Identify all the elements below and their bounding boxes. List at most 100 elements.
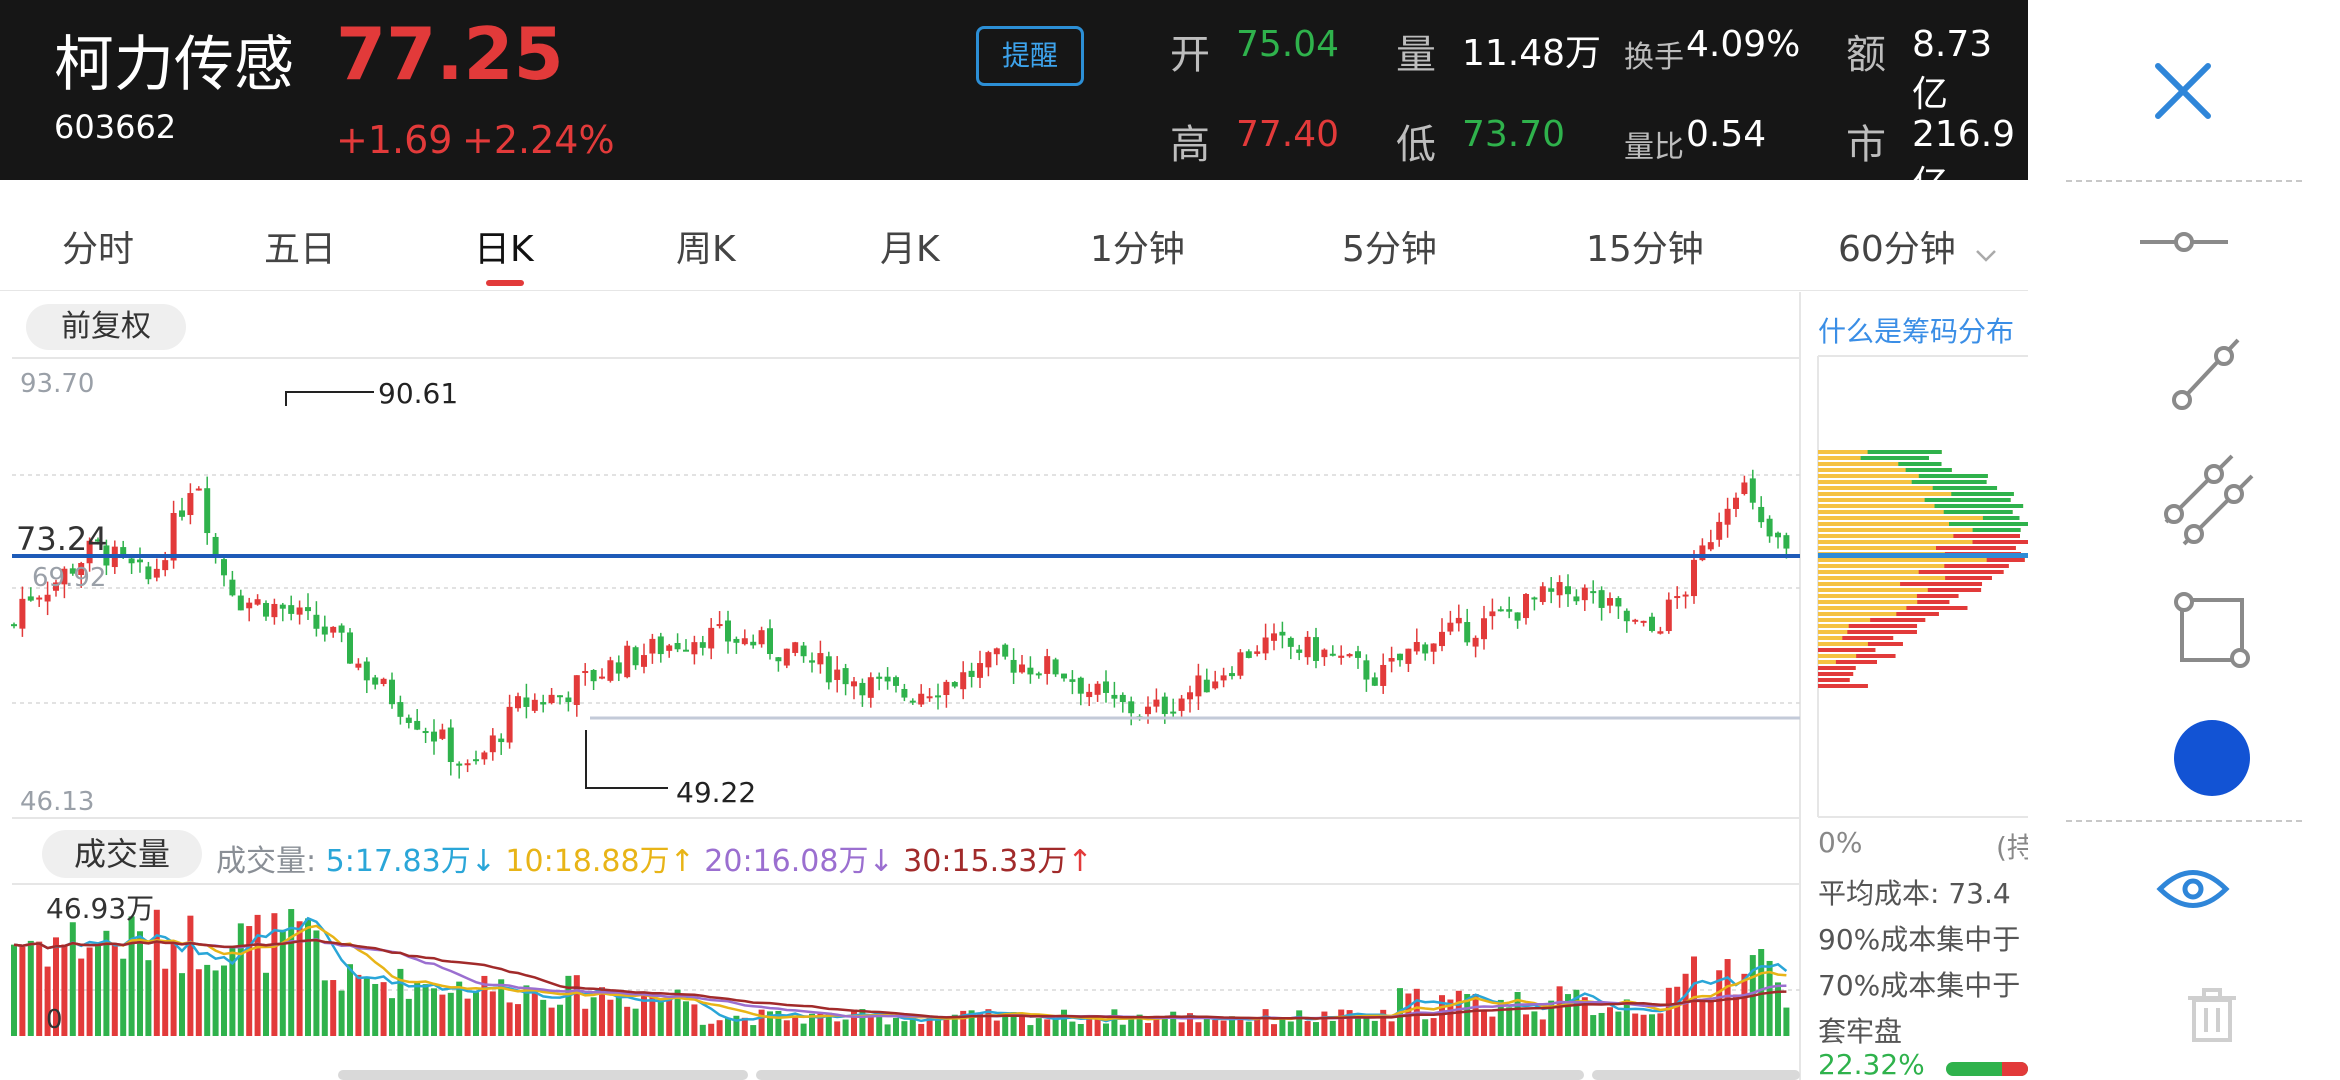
volume-bar — [1296, 1010, 1303, 1036]
candle-body — [699, 642, 706, 648]
candle-body — [540, 702, 547, 705]
tab-1min[interactable]: 1分钟 — [1090, 220, 1185, 272]
candle-body — [1724, 508, 1731, 525]
candle-body — [338, 625, 345, 633]
volume-bar — [321, 980, 328, 1036]
candle-body — [506, 706, 513, 743]
candle-body — [1245, 651, 1252, 658]
volume-ratio-value: 0.54 — [1686, 114, 1767, 155]
candle-body — [1665, 599, 1672, 632]
candle-body — [1044, 656, 1051, 674]
candle-body — [1455, 617, 1462, 624]
volume-bar — [313, 930, 320, 1036]
chip-bar-recent — [1918, 570, 2004, 574]
adjust-mode-button[interactable]: 前复权 — [26, 304, 186, 350]
tab-monthly-k[interactable]: 月K — [880, 220, 940, 272]
candle-body — [321, 626, 328, 635]
volume-bar — [1338, 1009, 1345, 1036]
horizontal-line-icon[interactable] — [2138, 222, 2230, 266]
color-picker-icon[interactable] — [2174, 720, 2250, 796]
amount-label: 额 — [1846, 32, 1886, 78]
candle-body — [1237, 652, 1244, 676]
close-icon[interactable] — [2150, 58, 2216, 128]
volume-bar — [355, 974, 362, 1036]
arrow-down-icon: ↓ — [470, 844, 496, 879]
volume-bar — [170, 942, 177, 1036]
volume-ratio-label: 量比 — [1624, 130, 1684, 165]
candle-body — [557, 695, 563, 698]
chip-bar-recent — [1916, 594, 1959, 598]
volume-label: 量 — [1396, 32, 1436, 78]
chip-bar-recent — [1870, 618, 1926, 622]
rectangle-icon[interactable] — [2170, 588, 2254, 676]
candle-body — [1103, 681, 1109, 693]
volume-bar — [254, 914, 261, 1036]
tab-daily-k[interactable]: 日K — [474, 220, 534, 272]
candle-body — [1506, 609, 1513, 612]
segment-line-icon[interactable] — [2168, 330, 2248, 418]
tab-weekly-k[interactable]: 周K — [676, 220, 736, 272]
tab-15min[interactable]: 15分钟 — [1586, 220, 1704, 272]
tab-five-day[interactable]: 五日 — [264, 220, 336, 272]
candle-body — [489, 735, 496, 753]
volume-bar — [590, 997, 597, 1036]
price-change: +1.69 — [336, 118, 453, 162]
chip-bar-recent — [1918, 474, 1988, 478]
volume-bar — [11, 944, 17, 1036]
candle-body — [901, 688, 908, 698]
timeline-scrollbar-thumb[interactable] — [756, 1070, 1584, 1080]
arrow-up-icon: ↑ — [1067, 844, 1093, 879]
trash-icon[interactable] — [2186, 986, 2238, 1046]
candle-body — [960, 672, 967, 690]
chip-bar-recent — [1953, 534, 2020, 538]
candle-body — [1077, 677, 1084, 694]
candle-body — [355, 663, 362, 668]
volume-bar — [725, 1018, 731, 1036]
volume-bar — [439, 994, 446, 1036]
tab-60min[interactable]: 60分钟 — [1838, 220, 1997, 272]
candle-body — [1178, 698, 1185, 711]
volume-ma20: 20:16.08万 — [704, 844, 869, 879]
y-axis-mid-label: 69.92 — [32, 563, 106, 593]
chip-bar-recent — [1818, 666, 1856, 670]
candle-body — [1086, 691, 1093, 698]
volume-bar — [649, 997, 656, 1036]
volume-bar — [1220, 1020, 1227, 1036]
candle-body — [1523, 594, 1529, 619]
drawing-toolbar — [2028, 0, 2340, 1080]
visibility-eye-icon[interactable] — [2156, 864, 2230, 918]
candle-body — [439, 729, 446, 739]
candle-body — [691, 642, 698, 655]
volume-bar — [708, 1023, 715, 1036]
toolbar-divider — [2066, 820, 2302, 822]
candle-body — [674, 642, 681, 650]
volume-bar — [1086, 1018, 1093, 1036]
candle-body — [918, 693, 925, 705]
volume-indicator-button[interactable]: 成交量 — [42, 830, 202, 878]
timeline-scrollbar-right[interactable] — [1592, 1070, 1800, 1080]
period-low-label: 49.22 — [676, 776, 756, 809]
volume-bar — [347, 964, 353, 1036]
candle-body — [1590, 591, 1597, 594]
candle-body — [775, 657, 782, 662]
volume-bar — [221, 965, 227, 1036]
candle-body — [1119, 694, 1126, 703]
remind-button[interactable]: 提醒 — [976, 26, 1084, 86]
volume-bar — [27, 940, 34, 1036]
chip-bar-recent — [1982, 516, 2020, 520]
candle-body — [859, 682, 866, 696]
parallel-line-icon[interactable] — [2162, 452, 2254, 552]
candle-body — [842, 668, 849, 685]
candle-body — [229, 579, 236, 596]
timeline-scrollbar-left[interactable] — [338, 1070, 748, 1080]
candle-body — [145, 566, 152, 580]
volume-bar — [615, 993, 622, 1036]
volume-bar — [1052, 1018, 1059, 1036]
candle-body — [1254, 651, 1261, 654]
candle-body — [935, 695, 941, 698]
trapped-percent: 22.32% — [1818, 1048, 1925, 1080]
volume-bar — [1145, 1022, 1151, 1036]
tab-intraday[interactable]: 分时 — [62, 220, 134, 272]
tab-5min[interactable]: 5分钟 — [1342, 220, 1437, 272]
volume-bar — [86, 947, 93, 1036]
